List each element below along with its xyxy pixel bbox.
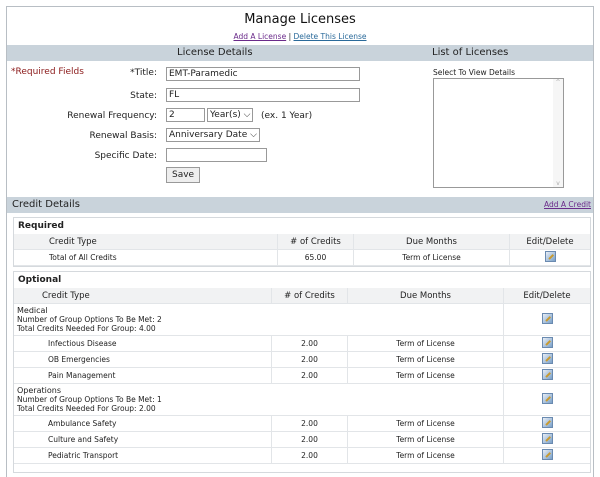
- edit-icon[interactable]: [541, 369, 553, 380]
- table-row: Pain Management 2.00 Term of License: [14, 367, 590, 384]
- specific-date-input[interactable]: [166, 148, 267, 162]
- license-links: Add A License | Delete This License: [7, 32, 593, 41]
- required-title: Required: [18, 221, 64, 231]
- edit-icon[interactable]: [541, 449, 553, 460]
- credit-type: Pain Management: [42, 367, 272, 384]
- chevron-down-icon: ⌵: [243, 110, 251, 120]
- edit-icon[interactable]: [541, 417, 553, 428]
- title-label: *Title:: [130, 68, 157, 78]
- table-row: Ambulance Safety 2.00 Term of License: [14, 415, 590, 432]
- edit-icon[interactable]: [544, 251, 556, 262]
- list-of-licenses-header: List of Licenses: [432, 47, 509, 58]
- edit-icon[interactable]: [541, 433, 553, 444]
- renewal-frequency-input[interactable]: 2: [166, 108, 205, 122]
- edit-icon[interactable]: [541, 393, 553, 404]
- renewal-basis-label: Renewal Basis:: [89, 131, 157, 141]
- col-credit-type: Credit Type: [49, 234, 278, 250]
- optional-title: Optional: [18, 275, 62, 285]
- licenses-listbox[interactable]: ^ v: [433, 78, 564, 188]
- col-credit-type: Credit Type: [42, 288, 272, 304]
- renewal-unit-select[interactable]: Year(s) ⌵: [207, 108, 254, 122]
- due-months: Term of License: [347, 431, 504, 448]
- credits: 2.00: [271, 367, 348, 384]
- credit-type: Ambulance Safety: [42, 415, 272, 432]
- license-details-header: License Details: [177, 47, 253, 58]
- credits: 2.00: [271, 431, 348, 448]
- group-name: Operations: [17, 386, 61, 395]
- required-credits-section: Required Credit Type # of Credits Due Mont…: [13, 217, 591, 267]
- optional-credits-section: Optional Credit Type # of Credits Due Mont…: [13, 271, 591, 473]
- col-credits: # of Credits: [277, 234, 354, 250]
- renewal-frequency-label: Renewal Frequency:: [67, 111, 157, 121]
- credit-type: Pediatric Transport: [42, 447, 272, 464]
- due-months: Term of License: [353, 249, 510, 266]
- table-row: Pediatric Transport 2.00 Term of License: [14, 447, 590, 464]
- title-input[interactable]: EMT-Paramedic: [166, 67, 360, 81]
- credits: 2.00: [271, 351, 348, 368]
- group-options: Number of Group Options To Be Met: 2: [17, 315, 162, 324]
- credit-details-bar: Credit Details Add A Credit: [7, 197, 593, 213]
- col-credits: # of Credits: [271, 288, 348, 304]
- listbox-scrollbar[interactable]: ^ v: [553, 79, 563, 187]
- table-row: Infectious Disease 2.00 Term of License: [14, 335, 590, 352]
- col-edit-delete: Edit/Delete: [509, 234, 590, 250]
- renewal-basis-value: Anniversary Date: [169, 130, 248, 140]
- group-options: Number of Group Options To Be Met: 1: [17, 395, 162, 404]
- state-input[interactable]: FL: [166, 88, 360, 102]
- group-total: Total Credits Needed For Group: 4.00: [17, 324, 156, 333]
- table-header: Credit Type # of Credits Due Months Edit/De…: [14, 234, 590, 250]
- page-title: Manage Licenses: [244, 12, 356, 27]
- credit-details-header: Credit Details: [12, 199, 80, 210]
- renewal-unit-value: Year(s): [210, 110, 241, 120]
- due-months: Term of License: [347, 351, 504, 368]
- delete-license-link[interactable]: Delete This License: [294, 32, 367, 41]
- group-row: Medical Number of Group Options To Be Met…: [14, 303, 590, 336]
- edit-icon[interactable]: [541, 353, 553, 364]
- chevron-down-icon: ⌵: [250, 130, 257, 140]
- table-row: Culture and Safety 2.00 Term of License: [14, 431, 590, 448]
- credits: 2.00: [271, 447, 348, 464]
- edit-icon[interactable]: [541, 337, 553, 348]
- add-license-link[interactable]: Add A License: [233, 32, 286, 41]
- col-due-months: Due Months: [347, 288, 504, 304]
- save-button[interactable]: Save: [166, 167, 201, 183]
- group-total: Total Credits Needed For Group: 2.00: [17, 404, 156, 413]
- credit-type: Culture and Safety: [42, 431, 272, 448]
- link-separator: |: [288, 32, 292, 41]
- credits: 2.00: [271, 415, 348, 432]
- table-header: Credit Type # of Credits Due Months Edit/De…: [14, 288, 590, 304]
- col-due-months: Due Months: [353, 234, 510, 250]
- credit-type: Total of All Credits: [49, 249, 278, 266]
- credits: 2.00: [271, 335, 348, 352]
- table-row: OB Emergencies 2.00 Term of License: [14, 351, 590, 368]
- group-row: Operations Number of Group Options To Be …: [14, 383, 590, 416]
- credit-type: Infectious Disease: [42, 335, 272, 352]
- renewal-basis-select[interactable]: Anniversary Date ⌵: [166, 128, 260, 142]
- due-months: Term of License: [347, 415, 504, 432]
- specific-date-label: Specific Date:: [94, 151, 157, 161]
- table-row: Total of All Credits 65.00 Term of License: [14, 249, 590, 266]
- manage-licenses-panel: Manage Licenses Add A License | Delete T…: [6, 6, 594, 477]
- state-label: State:: [130, 91, 157, 101]
- add-credit-link[interactable]: Add A Credit: [544, 197, 591, 213]
- col-edit-delete: Edit/Delete: [503, 288, 590, 304]
- credit-type: OB Emergencies: [42, 351, 272, 368]
- license-header-bar: License Details List of Licenses: [7, 45, 593, 61]
- due-months: Term of License: [347, 447, 504, 464]
- group-name: Medical: [17, 306, 48, 315]
- credits: 65.00: [277, 249, 354, 266]
- select-hint: Select To View Details: [433, 68, 515, 77]
- renewal-hint: (ex. 1 Year): [261, 111, 313, 121]
- edit-icon[interactable]: [541, 313, 553, 324]
- due-months: Term of License: [347, 335, 504, 352]
- due-months: Term of License: [347, 367, 504, 384]
